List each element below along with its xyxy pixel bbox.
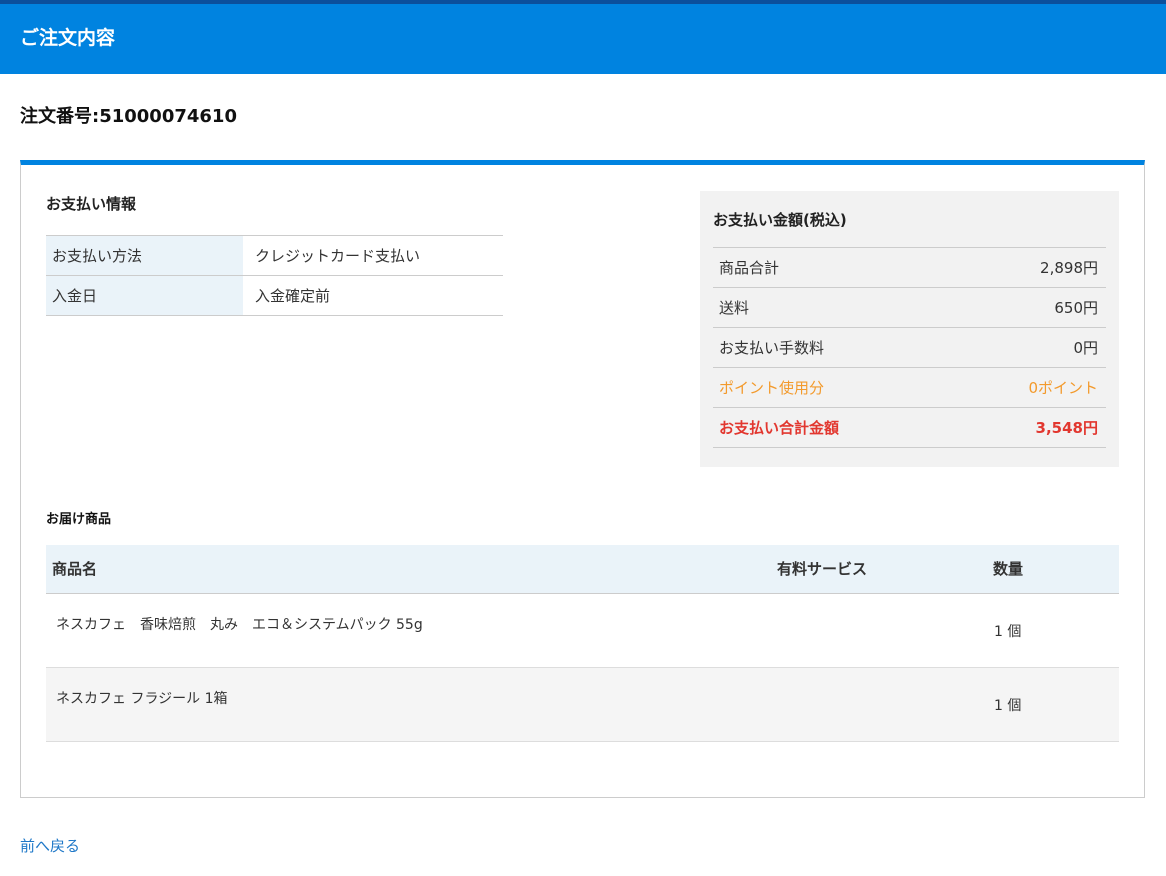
item-service bbox=[777, 593, 987, 667]
column-header-name: 商品名 bbox=[52, 560, 98, 579]
payment-method-row: お支払い方法 クレジットカード支払い bbox=[46, 235, 503, 276]
payment-method-value: クレジットカード支払い bbox=[255, 247, 421, 265]
points-row: ポイント使用分 0ポイント bbox=[713, 368, 1106, 408]
item-name: ネスカフェ 香味焙煎 丸み エコ＆システムパック 55g bbox=[56, 616, 423, 633]
fee-label: お支払い手数料 bbox=[719, 339, 825, 357]
item-service bbox=[777, 667, 987, 741]
payment-date-row: 入金日 入金確定前 bbox=[46, 275, 503, 316]
delivery-items-table: 商品名 有料サービス 数量 ネスカフェ 香味焙煎 丸み エコ＆システムパック 5… bbox=[46, 545, 1119, 742]
column-header-service: 有料サービス bbox=[777, 560, 868, 579]
table-row: ネスカフェ フラジール 1箱 1 個 bbox=[46, 667, 1119, 741]
fee-value: 0円 bbox=[1073, 339, 1098, 357]
item-qty: 1 個 bbox=[994, 623, 1022, 640]
payment-date-label: 入金日 bbox=[46, 275, 243, 316]
payment-amount-list: 商品合計 2,898円 送料 650円 お支払い手数料 0円 ポイント使用分 0… bbox=[713, 247, 1106, 448]
payment-amount-box: お支払い金額(税込) 商品合計 2,898円 送料 650円 お支払い手数料 0… bbox=[700, 191, 1119, 467]
points-value: 0ポイント bbox=[1028, 379, 1098, 397]
points-label: ポイント使用分 bbox=[719, 379, 825, 397]
payment-info-title: お支払い情報 bbox=[46, 195, 137, 213]
item-qty: 1 個 bbox=[994, 697, 1022, 714]
item-name: ネスカフェ フラジール 1箱 bbox=[56, 690, 228, 707]
column-header-qty: 数量 bbox=[993, 560, 1024, 579]
total-row: お支払い合計金額 3,548円 bbox=[713, 408, 1106, 448]
subtotal-label: 商品合計 bbox=[719, 259, 780, 277]
delivery-items-title: お届け商品 bbox=[46, 512, 112, 527]
back-link[interactable]: 前へ戻る bbox=[20, 835, 80, 857]
total-label: お支払い合計金額 bbox=[719, 419, 840, 437]
order-number: 注文番号:51000074610 bbox=[20, 106, 237, 127]
page-header: ご注文内容 bbox=[0, 0, 1166, 74]
items-header-row: 商品名 有料サービス 数量 bbox=[46, 545, 1119, 593]
order-detail-panel: お支払い情報 お支払い方法 クレジットカード支払い 入金日 入金確定前 お支払い… bbox=[20, 160, 1145, 798]
payment-info-table: お支払い方法 クレジットカード支払い 入金日 入金確定前 bbox=[46, 235, 503, 316]
shipping-value: 650円 bbox=[1054, 299, 1098, 317]
shipping-label: 送料 bbox=[719, 299, 750, 317]
table-row: ネスカフェ 香味焙煎 丸み エコ＆システムパック 55g 1 個 bbox=[46, 593, 1119, 667]
payment-date-value: 入金確定前 bbox=[255, 287, 331, 305]
total-value: 3,548円 bbox=[1035, 419, 1098, 437]
subtotal-value: 2,898円 bbox=[1040, 259, 1098, 277]
page-title: ご注文内容 bbox=[20, 27, 116, 49]
shipping-row: 送料 650円 bbox=[713, 288, 1106, 328]
payment-amount-title: お支払い金額(税込) bbox=[713, 211, 847, 229]
subtotal-row: 商品合計 2,898円 bbox=[713, 248, 1106, 288]
fee-row: お支払い手数料 0円 bbox=[713, 328, 1106, 368]
payment-method-label: お支払い方法 bbox=[46, 235, 243, 276]
